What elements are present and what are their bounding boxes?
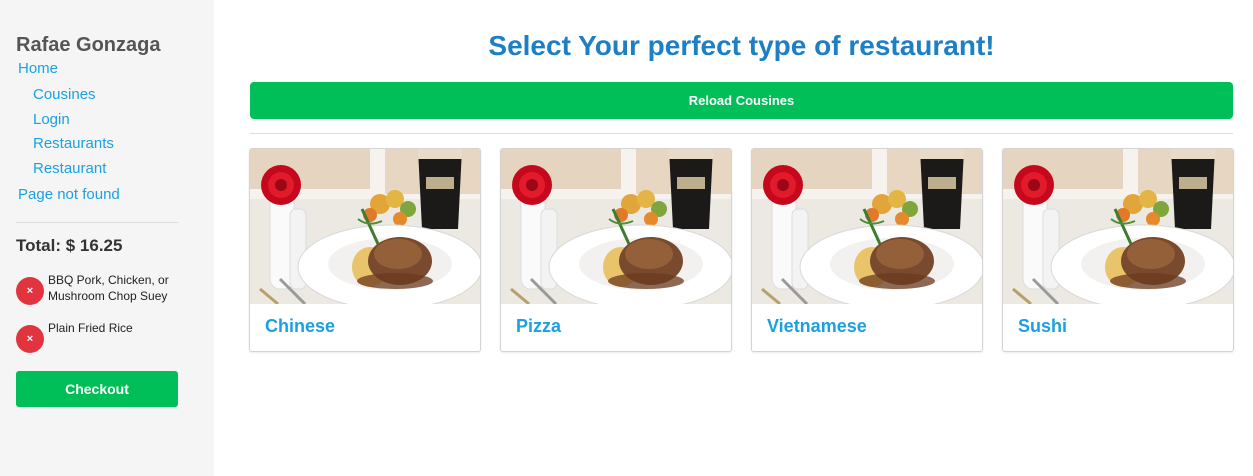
cart-item-label: Plain Fried Rice	[48, 321, 133, 335]
nav-login[interactable]: Login	[33, 111, 70, 128]
card-title: Sushi	[1018, 316, 1068, 336]
nav-restaurants[interactable]: Restaurants	[33, 135, 114, 152]
food-photo-image	[501, 149, 731, 304]
cuisine-card-vietnamese[interactable]: Vietnamese	[751, 148, 983, 352]
cuisine-card-sushi[interactable]: Sushi	[1002, 148, 1234, 352]
card-title: Vietnamese	[767, 316, 867, 336]
cart-item-label: BBQ Pork, Chicken, or Mushroom Chop Suey	[48, 273, 169, 303]
nav-cousines[interactable]: Cousines	[33, 86, 96, 103]
reload-cousines-button[interactable]: Reload Cousines	[250, 82, 1233, 119]
sidebar-divider	[16, 222, 178, 223]
close-icon: ×	[26, 333, 34, 345]
food-photo-image	[250, 149, 480, 304]
card-title: Chinese	[265, 316, 336, 336]
close-icon: ×	[26, 285, 34, 297]
page-title: Select Your perfect type of restaurant!	[488, 30, 995, 61]
cuisine-card-pizza[interactable]: Pizza	[500, 148, 732, 352]
card-title: Pizza	[516, 316, 562, 336]
content-divider	[250, 133, 1233, 134]
remove-item-button[interactable]: ×	[16, 277, 44, 305]
checkout-button[interactable]: Checkout	[16, 371, 178, 407]
nav-restaurant[interactable]: Restaurant	[33, 160, 106, 177]
brand-name: Rafae Gonzaga	[16, 34, 161, 56]
food-photo-image	[752, 149, 982, 304]
cart-total: Total: $ 16.25	[16, 236, 123, 255]
cart-item: × Plain Fried Rice	[16, 320, 196, 354]
cart-item: × BBQ Pork, Chicken, or Mushroom Chop Su…	[16, 272, 196, 310]
nav-page-not-found[interactable]: Page not found	[18, 186, 120, 203]
nav-home[interactable]: Home	[18, 60, 58, 77]
food-photo-image	[1003, 149, 1233, 304]
cuisine-card-chinese[interactable]: Chinese	[249, 148, 481, 352]
remove-item-button[interactable]: ×	[16, 325, 44, 353]
sidebar: Rafae Gonzaga Home Cousines Login Restau…	[0, 0, 214, 476]
